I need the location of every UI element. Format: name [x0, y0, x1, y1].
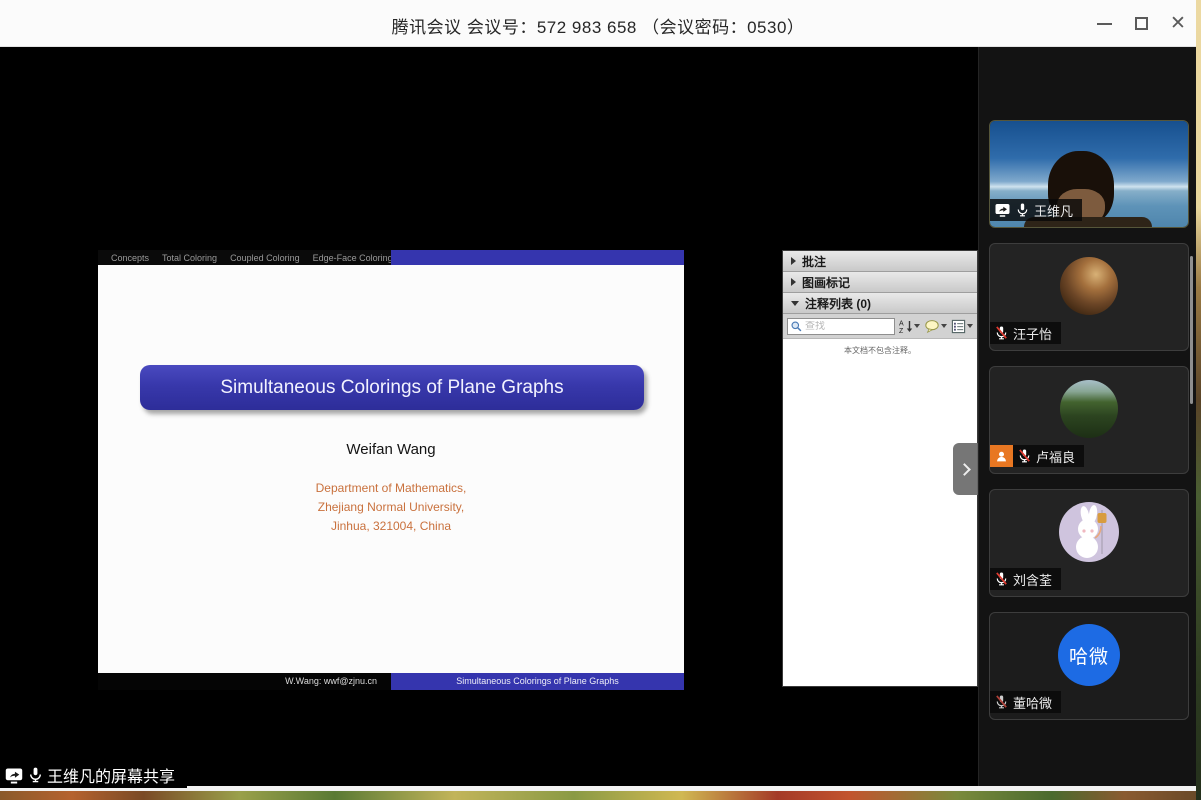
slide-footer-title: Simultaneous Colorings of Plane Graphs — [391, 673, 684, 690]
share-banner-label: 王维凡的屏幕共享 — [47, 763, 175, 787]
svg-text:A: A — [899, 320, 904, 327]
section-label: 批注 — [802, 253, 826, 270]
annotation-panel: 批注 图画标记 注释列表 (0) AZ — [782, 250, 978, 687]
slide-author: Weifan Wang — [98, 441, 684, 458]
participant-name-bar: 刘含荃 — [990, 568, 1061, 590]
participant-name-bar: 汪子怡 — [990, 322, 1061, 344]
slide-nav-total-coloring[interactable]: Total Coloring — [162, 253, 217, 263]
participant-tile-donghawei[interactable]: 哈微 董哈微 — [989, 612, 1189, 720]
slide-nav-edge-face-coloring[interactable]: Edge-Face Coloring — [313, 253, 393, 263]
dropdown-caret-icon — [941, 324, 947, 328]
search-icon — [790, 320, 803, 333]
participant-tile-liuhanquan[interactable]: 刘含荃 — [989, 489, 1189, 597]
chevron-right-icon — [791, 278, 796, 286]
participant-name: 汪子怡 — [1013, 324, 1052, 343]
affiliation-line: Department of Mathematics, — [98, 479, 684, 498]
dropdown-caret-icon — [967, 324, 973, 328]
annotation-toolbar: AZ — [783, 314, 977, 339]
section-annotation-list[interactable]: 注释列表 (0) — [783, 293, 977, 314]
affiliation-line: Jinhua, 321004, China — [98, 517, 684, 536]
list-icon — [951, 319, 966, 334]
person-icon — [994, 449, 1009, 464]
participant-name: 刘含荃 — [1013, 570, 1052, 589]
dropdown-caret-icon — [914, 324, 920, 328]
participant-tile-wangweifan[interactable]: 王维凡 — [989, 120, 1189, 228]
close-button[interactable]: ✕ — [1160, 0, 1196, 47]
desktop-wallpaper-right — [1196, 0, 1201, 800]
host-badge — [990, 445, 1013, 467]
section-label: 注释列表 (0) — [805, 295, 871, 312]
maximize-button[interactable] — [1123, 0, 1159, 47]
meeting-window: 腾讯会议 会议号：572 983 658 （会议密码：0530） ✕ Conce… — [0, 0, 1201, 800]
search-input[interactable] — [805, 321, 889, 332]
slide-nav-blue-bar — [391, 250, 684, 265]
participant-name-bar: 王维凡 — [990, 199, 1082, 221]
slide-body: Simultaneous Colorings of Plane Graphs W… — [98, 265, 684, 673]
microphone-icon — [1015, 202, 1030, 218]
list-options-button[interactable] — [951, 319, 973, 334]
chevron-right-icon — [791, 257, 796, 265]
sort-az-icon: AZ — [899, 319, 913, 334]
avatar — [1060, 257, 1118, 315]
slide-title: Simultaneous Colorings of Plane Graphs — [220, 377, 563, 399]
participant-name: 王维凡 — [1034, 201, 1073, 220]
comment-filter-button[interactable] — [924, 319, 947, 334]
slide-affiliation: Department of Mathematics, Zhejiang Norm… — [98, 479, 684, 536]
screen-share-icon — [994, 202, 1011, 218]
participant-tile-wangziyi[interactable]: 汪子怡 — [989, 243, 1189, 351]
affiliation-line: Zhejiang Normal University, — [98, 498, 684, 517]
microphone-muted-icon — [994, 694, 1009, 710]
section-label: 图画标记 — [802, 274, 850, 291]
participant-name: 卢福良 — [1036, 447, 1075, 466]
maximize-icon — [1135, 17, 1148, 30]
participant-name-bar: 卢福良 — [1013, 445, 1084, 467]
titlebar: 腾讯会议 会议号：572 983 658 （会议密码：0530） ✕ — [0, 0, 1196, 47]
slide-title-banner: Simultaneous Colorings of Plane Graphs — [140, 365, 644, 410]
slide-nav-concepts[interactable]: Concepts — [111, 253, 149, 263]
sidebar-scrollbar[interactable] — [1190, 256, 1193, 404]
slide-nav-coupled-coloring[interactable]: Coupled Coloring — [230, 253, 300, 263]
minimize-button[interactable] — [1086, 0, 1122, 47]
section-drawing-markups[interactable]: 图画标记 — [783, 272, 977, 293]
participant-name-bar: 董哈微 — [990, 691, 1061, 713]
participants-sidebar: 王维凡 汪子怡 — [978, 47, 1196, 786]
section-comments[interactable]: 批注 — [783, 251, 977, 272]
screen-share-banner: 王维凡的屏幕共享 — [0, 762, 187, 788]
sort-button[interactable]: AZ — [899, 319, 920, 334]
participant-name: 董哈微 — [1013, 693, 1052, 712]
slide-footer: W.Wang: wwf@zjnu.cn Simultaneous Colorin… — [98, 673, 684, 690]
svg-text:Z: Z — [899, 328, 904, 334]
chevron-down-icon — [791, 301, 799, 306]
shared-screen-stage: Concepts Total Coloring Coupled Coloring… — [0, 47, 978, 786]
avatar — [1059, 502, 1119, 562]
rabbit-illustration — [1059, 502, 1119, 562]
avatar: 哈微 — [1058, 624, 1120, 686]
microphone-muted-icon — [1017, 448, 1032, 464]
slide-footer-email: W.Wang: wwf@zjnu.cn — [98, 673, 391, 690]
microphone-muted-icon — [994, 325, 1009, 341]
avatar-initials: 哈微 — [1069, 642, 1109, 669]
microphone-muted-icon — [994, 571, 1009, 587]
empty-annotations-message: 本文档不包含注释。 — [783, 345, 977, 356]
meeting-title: 腾讯会议 会议号：572 983 658 （会议密码：0530） — [0, 13, 1196, 38]
presentation-slide: Concepts Total Coloring Coupled Coloring… — [98, 250, 684, 690]
screen-share-icon — [4, 766, 24, 785]
microphone-icon — [27, 766, 44, 784]
close-icon: ✕ — [1170, 14, 1186, 33]
chevron-right-icon — [958, 463, 971, 476]
panel-expand-button[interactable] — [953, 443, 978, 495]
avatar — [1060, 380, 1118, 438]
minimize-icon — [1097, 23, 1112, 25]
desktop-wallpaper-bottom — [0, 791, 1196, 800]
annotation-search-box[interactable] — [787, 318, 895, 335]
participant-tile-lufuliang[interactable]: 卢福良 — [989, 366, 1189, 474]
comment-bubble-icon — [924, 319, 940, 334]
